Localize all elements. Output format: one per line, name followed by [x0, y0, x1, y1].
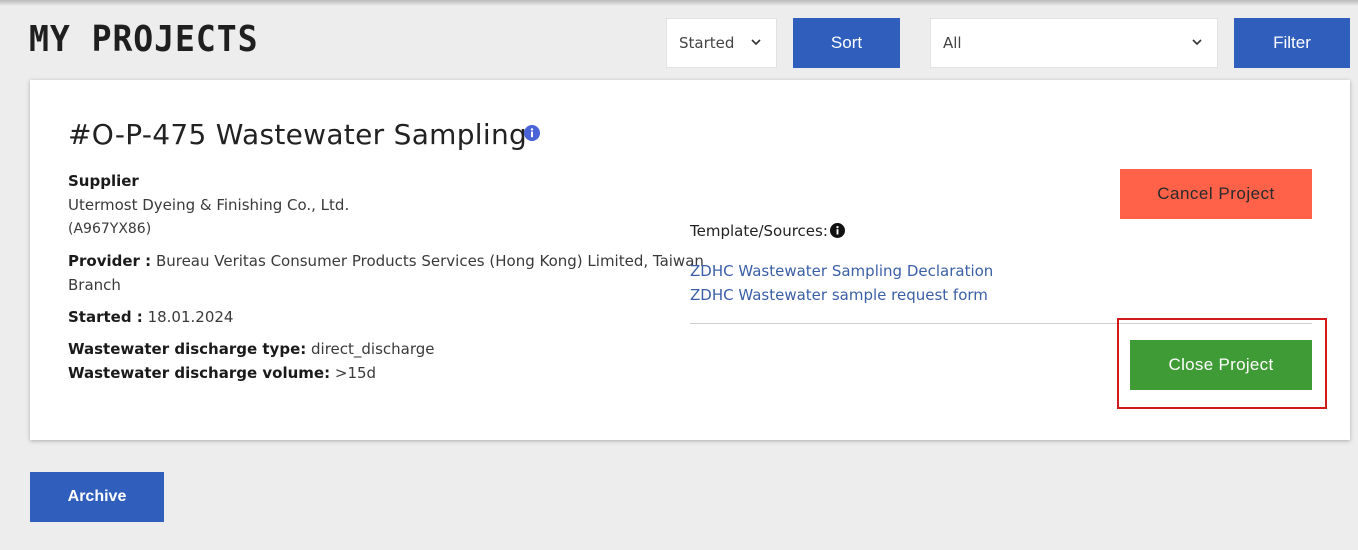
discharge-type-line: Wastewater discharge type: direct_discha…: [68, 340, 435, 358]
divider: [690, 323, 1312, 324]
started-value: 18.01.2024: [147, 308, 234, 326]
link-wastewater-sample-request-form[interactable]: ZDHC Wastewater sample request form: [690, 286, 988, 304]
status-select[interactable]: Started: [666, 18, 777, 68]
cancel-project-button[interactable]: Cancel Project: [1120, 169, 1312, 219]
chevron-down-icon: [751, 39, 761, 46]
type-select-value: All: [943, 34, 962, 52]
close-project-label: Close Project: [1168, 355, 1274, 374]
cancel-project-label: Cancel Project: [1157, 184, 1275, 203]
discharge-type-label: Wastewater discharge type:: [68, 340, 307, 358]
type-select[interactable]: All: [930, 18, 1218, 68]
info-icon[interactable]: [830, 223, 845, 238]
status-select-value: Started: [679, 34, 735, 52]
filter-button-label: Filter: [1273, 33, 1311, 52]
supplier-label: Supplier: [68, 172, 139, 190]
provider-line: Provider : Bureau Veritas Consumer Produ…: [68, 252, 704, 270]
archive-button-label: Archive: [67, 488, 127, 505]
started-line: Started : 18.01.2024: [68, 308, 233, 326]
link-wastewater-sampling-declaration[interactable]: ZDHC Wastewater Sampling Declaration: [690, 262, 993, 280]
discharge-volume-value: >15d: [334, 364, 377, 382]
discharge-volume-line: Wastewater discharge volume: >15d: [68, 364, 376, 382]
provider-value-continued: Branch: [68, 276, 121, 294]
sort-button-label: Sort: [830, 33, 863, 52]
started-label: Started :: [68, 308, 143, 326]
provider-value: Bureau Veritas Consumer Products Service…: [155, 252, 704, 270]
discharge-volume-label: Wastewater discharge volume:: [68, 364, 331, 382]
top-shadow: [0, 0, 1358, 6]
discharge-type-value: direct_discharge: [311, 340, 435, 358]
info-icon[interactable]: [524, 125, 540, 141]
project-title: #O-P-475 Wastewater Sampling: [68, 118, 528, 151]
supplier-name: Utermost Dyeing & Finishing Co., Ltd.: [68, 196, 350, 214]
page-title: MY PROJECTS: [29, 19, 259, 60]
sort-button[interactable]: Sort: [793, 18, 900, 68]
template-sources-label: Template/Sources:: [690, 222, 828, 240]
template-sources-text: Template/Sources:: [690, 222, 828, 240]
close-project-button[interactable]: Close Project: [1130, 340, 1312, 390]
provider-label: Provider :: [68, 252, 152, 270]
project-card: #O-P-475 Wastewater Sampling Supplier Ut…: [30, 80, 1350, 440]
supplier-id: (A967YX86): [68, 221, 152, 237]
archive-button[interactable]: Archive: [30, 472, 164, 522]
chevron-down-icon: [1192, 39, 1202, 46]
filter-button[interactable]: Filter: [1234, 18, 1350, 68]
